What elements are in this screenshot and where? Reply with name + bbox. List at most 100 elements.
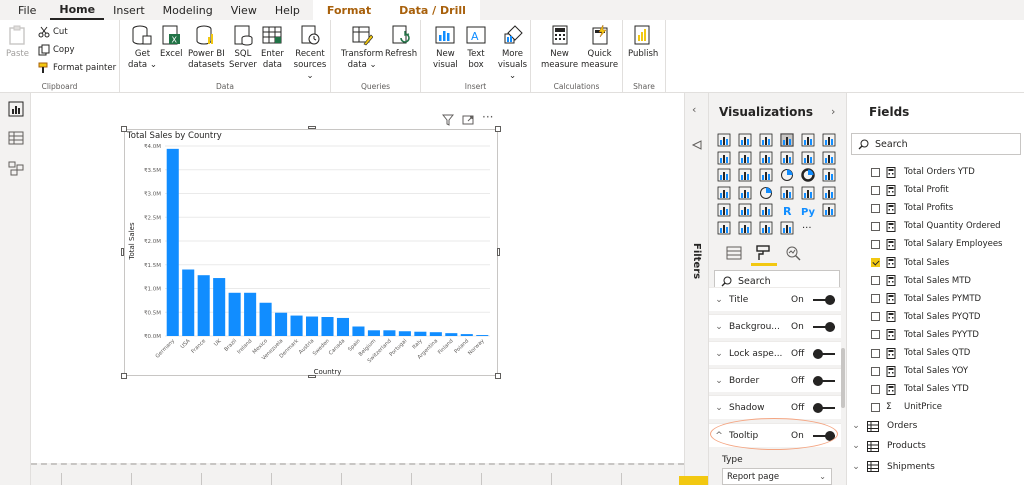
menu-format[interactable]: Format (312, 0, 386, 20)
field-checkbox[interactable] (871, 185, 880, 195)
field-checkbox[interactable] (871, 203, 880, 213)
gauge-icon[interactable] (759, 186, 773, 200)
filter-icon[interactable] (442, 114, 454, 126)
field-item[interactable]: Total Sales PYMTD (871, 290, 981, 308)
field-item[interactable]: Σ UnitPrice (871, 398, 942, 416)
table-item[interactable]: ⌄ Shipments (849, 457, 935, 477)
enter-data-button[interactable]: Enter data (261, 24, 284, 71)
menu-modeling[interactable]: Modeling (154, 0, 222, 20)
recent-sources-button[interactable]: Recent sources ⌄ (290, 24, 330, 82)
bar-venezuela[interactable] (275, 312, 288, 336)
card-icon[interactable] (780, 186, 794, 200)
bar-chart-visual[interactable]: ₹0.0M ₹0.5M ₹1.0M ₹1.5M ₹2.0M ₹2.5M ₹3.0M ₹3.5M… (124, 129, 498, 376)
field-item[interactable]: Total Orders YTD (871, 163, 975, 181)
fields-well-icon[interactable] (726, 245, 742, 261)
field-checkbox[interactable] (871, 402, 880, 412)
more-options-icon[interactable]: ··· (482, 110, 493, 124)
field-item[interactable]: Total Profit (871, 181, 949, 199)
bar-brazil[interactable] (228, 292, 241, 336)
toggle-switch[interactable] (813, 294, 835, 305)
field-item[interactable]: Total Sales QTD (871, 344, 970, 362)
paint-roller-icon[interactable] (755, 245, 771, 261)
menu-help[interactable]: Help (266, 0, 309, 20)
transform-data-button[interactable]: Transform data ⌄ (341, 24, 383, 71)
collapse-left-icon[interactable]: ‹ (692, 103, 696, 116)
100-column-icon[interactable] (822, 133, 836, 147)
paste-button[interactable]: Paste (6, 24, 29, 60)
toggle-switch[interactable] (813, 402, 835, 413)
format-card-backgrou-[interactable]: ⌄ Backgrou... On (709, 314, 841, 338)
field-checkbox[interactable] (871, 348, 880, 358)
format-card-border[interactable]: ⌄ Border Off (709, 368, 841, 392)
ribbon-icon[interactable] (822, 151, 836, 165)
format-card-title[interactable]: ⌄ Title On (709, 287, 841, 311)
r-visual-icon[interactable]: R (780, 203, 794, 217)
field-checkbox[interactable] (871, 384, 880, 394)
bar-italy[interactable] (414, 331, 427, 336)
resize-handle-bottom[interactable] (308, 375, 316, 378)
smart-narrative-icon[interactable] (759, 221, 773, 235)
new-visual-button[interactable]: New visual (433, 24, 458, 71)
line-icon[interactable] (717, 151, 731, 165)
filled-map-icon[interactable] (738, 186, 752, 200)
resize-handle-br[interactable] (495, 373, 501, 379)
matrix-icon[interactable] (759, 203, 773, 217)
bar-belgium[interactable] (367, 330, 380, 336)
bar-ireland[interactable] (244, 292, 257, 336)
area-icon[interactable] (738, 151, 752, 165)
resize-handle-tl[interactable] (121, 126, 127, 132)
bar-sweden[interactable] (321, 317, 334, 336)
field-checkbox[interactable] (871, 221, 880, 231)
menu-home[interactable]: Home (50, 0, 105, 20)
bar-uk[interactable] (213, 278, 226, 336)
field-checkbox[interactable] (871, 167, 880, 177)
resize-handle-top[interactable] (308, 126, 316, 129)
resize-handle-tr[interactable] (495, 126, 501, 132)
clustered-column-icon[interactable] (780, 133, 794, 147)
table-icon[interactable] (738, 203, 752, 217)
bar-portugal[interactable] (398, 331, 411, 336)
data-view-icon[interactable] (8, 130, 24, 146)
field-checkbox[interactable] (871, 258, 880, 267)
pane-scrollbar[interactable] (841, 348, 845, 408)
menu-file[interactable]: File (0, 0, 50, 20)
bar-france[interactable] (197, 275, 210, 336)
format-card-shadow[interactable]: ⌄ Shadow Off (709, 395, 841, 419)
menu-data-drill[interactable]: Data / Drill (385, 0, 480, 20)
bar-switzerland[interactable] (383, 330, 396, 336)
more-visuals-button[interactable]: More visuals ⌄ (495, 24, 530, 82)
donut-icon[interactable] (801, 168, 815, 182)
model-view-icon[interactable] (8, 160, 24, 176)
report-view-icon[interactable] (8, 101, 24, 117)
resize-handle-bl[interactable] (121, 373, 127, 379)
format-card-lock-aspe-[interactable]: ⌄ Lock aspe... Off (709, 341, 841, 365)
python-visual-icon[interactable]: Py (801, 203, 815, 217)
focus-mode-icon[interactable] (462, 114, 474, 126)
slicer-icon[interactable] (717, 203, 731, 217)
sql-server-button[interactable]: SQL Server (229, 24, 257, 71)
cut-button[interactable]: Cut (38, 26, 68, 38)
map-icon[interactable] (717, 186, 731, 200)
pie-icon[interactable] (780, 168, 794, 182)
100-bar-icon[interactable] (801, 133, 815, 147)
bar-norway[interactable] (476, 335, 489, 336)
refresh-button[interactable]: Refresh (385, 24, 417, 60)
toggle-switch[interactable] (813, 348, 835, 359)
funnel-icon[interactable] (738, 168, 752, 182)
toggle-switch[interactable] (813, 375, 835, 386)
field-item[interactable]: Total Profits (871, 199, 953, 217)
bar-canada[interactable] (336, 317, 350, 336)
bar-austria[interactable] (305, 316, 319, 336)
table-item[interactable]: ⌄ Orders (849, 416, 917, 436)
scatter-icon[interactable] (759, 168, 773, 182)
line-clustered-icon[interactable] (801, 151, 815, 165)
qa-icon[interactable] (738, 221, 752, 235)
toggle-switch[interactable] (813, 321, 835, 332)
resize-handle-left[interactable] (121, 248, 124, 256)
field-checkbox[interactable] (871, 239, 880, 249)
filters-pane-collapsed[interactable]: ‹ Filters (684, 93, 708, 485)
waterfall-icon[interactable] (717, 168, 731, 182)
bar-denmark[interactable] (290, 315, 303, 336)
field-checkbox[interactable] (871, 294, 880, 304)
excel-button[interactable]: X Excel (160, 24, 183, 60)
